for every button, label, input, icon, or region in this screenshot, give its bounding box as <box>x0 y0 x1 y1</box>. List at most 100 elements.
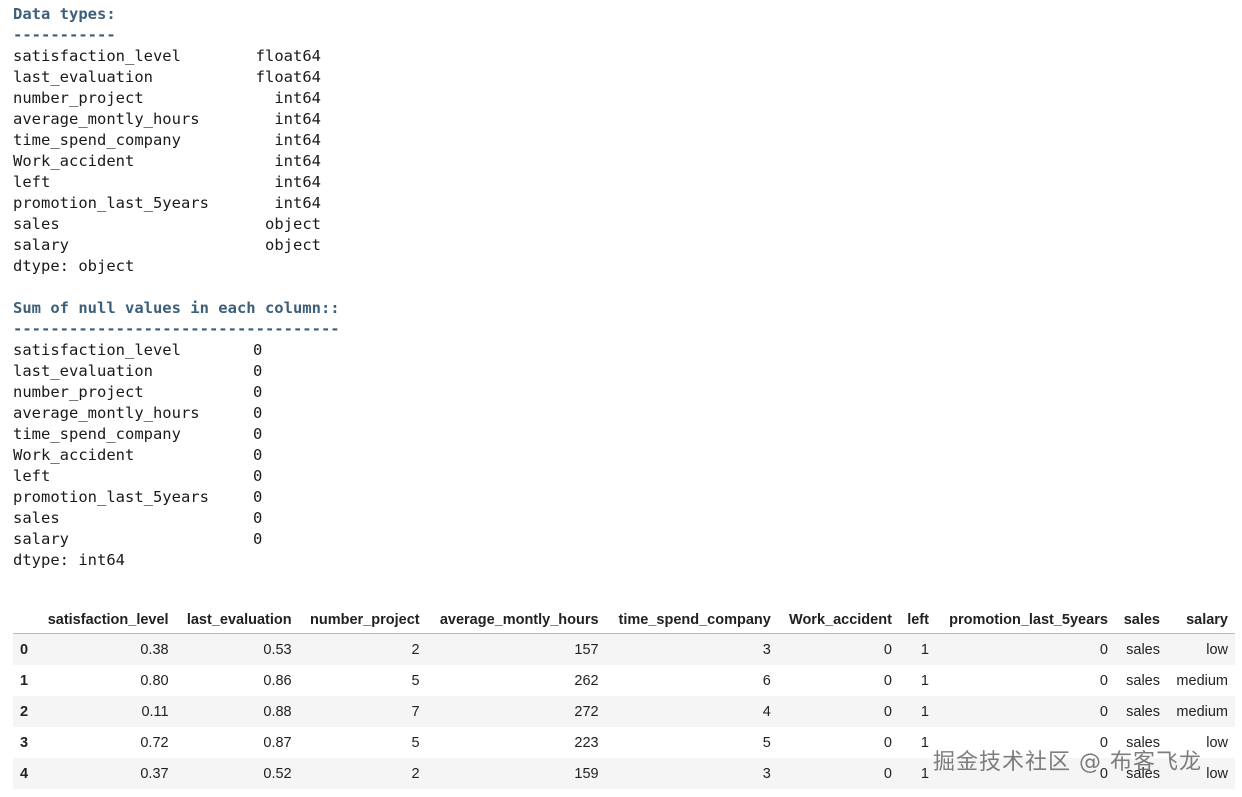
column-name: left <box>13 467 51 485</box>
column-header: last_evaluation <box>186 612 292 628</box>
table-cell: 1 <box>920 703 929 720</box>
nulls-heading: Sum of null values in each column:: <box>13 299 340 317</box>
null-count: 0 <box>253 446 263 464</box>
column-header: satisfaction_level <box>47 612 169 628</box>
column-header: Work_accident <box>789 612 892 628</box>
table-cell: 0.80 <box>140 672 169 689</box>
table-cell: medium <box>1176 672 1228 689</box>
dtype-row: salary object <box>13 235 340 256</box>
table-header-row: satisfaction_level last_evaluation numbe… <box>13 605 1235 634</box>
table-cell: 223 <box>574 734 599 751</box>
null-count: 0 <box>253 404 263 422</box>
table-cell: 0.52 <box>263 765 292 782</box>
row-index: 0 <box>20 641 29 658</box>
null-row: satisfaction_level 0 <box>13 340 340 361</box>
null-count: 0 <box>253 488 263 506</box>
dtype-value: int64 <box>274 110 321 128</box>
table-cell: 7 <box>411 703 420 720</box>
table-cell: 0.38 <box>140 641 169 658</box>
table-cell: 0 <box>883 734 892 751</box>
dtype-row: left int64 <box>13 172 340 193</box>
dtype-value: int64 <box>274 131 321 149</box>
table-cell: sales <box>1126 641 1160 658</box>
null-row: time_spend_company 0 <box>13 424 340 445</box>
null-row: sales 0 <box>13 508 340 529</box>
table-cell: 5 <box>762 734 771 751</box>
table-cell: 0.37 <box>140 765 169 782</box>
dtype-row: average_montly_hours int64 <box>13 109 340 130</box>
column-name: promotion_last_5years <box>13 488 209 506</box>
column-name: number_project <box>13 383 144 401</box>
table-cell: 157 <box>574 641 599 658</box>
null-row: number_project 0 <box>13 382 340 403</box>
table-cell: 0.72 <box>140 734 169 751</box>
table-cell: medium <box>1176 703 1228 720</box>
table-cell: 4 <box>762 703 771 720</box>
null-count: 0 <box>253 425 263 443</box>
output-text-block: Data types: ----------- satisfaction_lev… <box>13 4 340 571</box>
table-cell: 0 <box>883 765 892 782</box>
null-row: promotion_last_5years 0 <box>13 487 340 508</box>
null-count: 0 <box>253 530 263 548</box>
row-index: 1 <box>20 672 29 689</box>
table-cell: 0.11 <box>141 703 169 720</box>
table-cell: 0 <box>883 703 892 720</box>
column-header: time_spend_company <box>618 612 771 628</box>
column-name: time_spend_company <box>13 425 181 443</box>
watermark-text: 掘金技术社区 @ 布客飞龙 <box>933 750 1202 775</box>
column-name: salary <box>13 236 69 254</box>
table-cell: 0.88 <box>263 703 292 720</box>
null-row: salary 0 <box>13 529 340 550</box>
column-header: salary <box>1186 612 1228 628</box>
dtype-value: int64 <box>274 152 321 170</box>
column-name: time_spend_company <box>13 131 181 149</box>
column-name: satisfaction_level <box>13 341 181 359</box>
table-cell: 0.87 <box>263 734 292 751</box>
dtype-row: sales object <box>13 214 340 235</box>
table-cell: 0.53 <box>263 641 292 658</box>
table-cell: 262 <box>574 672 599 689</box>
nulls-footer: dtype: int64 <box>13 551 125 569</box>
table-cell: 0.86 <box>263 672 292 689</box>
table-cell: 1 <box>920 641 929 658</box>
dtype-row: last_evaluation float64 <box>13 67 340 88</box>
null-count: 0 <box>253 362 263 380</box>
table-row: 0 0.38 0.53 2 157 3 0 1 0 sales low <box>13 633 1235 665</box>
nulls-underline: ----------------------------------- <box>13 320 340 338</box>
column-name: average_montly_hours <box>13 404 200 422</box>
table-cell: 2 <box>411 765 420 782</box>
table-row: 2 0.11 0.88 7 272 4 0 1 0 sales medium <box>13 696 1235 727</box>
column-name: promotion_last_5years <box>13 194 209 212</box>
dtype-value: object <box>265 236 321 254</box>
column-name: Work_accident <box>13 446 135 464</box>
table-cell: 0 <box>883 672 892 689</box>
index-header <box>13 605 36 634</box>
dtypes-underline: ----------- <box>13 26 116 44</box>
dtype-value: int64 <box>274 89 321 107</box>
table-cell: 6 <box>762 672 771 689</box>
dtype-row: time_spend_company int64 <box>13 130 340 151</box>
column-name: satisfaction_level <box>13 47 181 65</box>
table-cell: 2 <box>411 641 420 658</box>
table-cell: 159 <box>574 765 599 782</box>
row-index: 3 <box>20 734 29 751</box>
column-name: left <box>13 173 51 191</box>
column-header: average_montly_hours <box>439 612 599 628</box>
dtype-value: object <box>265 215 321 233</box>
row-index: 4 <box>20 765 29 782</box>
table-cell: sales <box>1126 703 1160 720</box>
dtypes-heading: Data types: <box>13 5 116 23</box>
dtype-value: int64 <box>274 173 321 191</box>
table-cell: 3 <box>762 641 771 658</box>
table-row: 1 0.80 0.86 5 262 6 0 1 0 sales medium <box>13 665 1235 696</box>
column-header: number_project <box>310 612 420 628</box>
column-header: left <box>907 612 929 628</box>
table-cell: 1 <box>920 672 929 689</box>
dtypes-list: satisfaction_level float64 last_evaluatio… <box>13 46 340 256</box>
null-count: 0 <box>253 341 263 359</box>
column-name: Work_accident <box>13 152 135 170</box>
dtype-row: promotion_last_5years int64 <box>13 193 340 214</box>
null-row: Work_accident 0 <box>13 445 340 466</box>
null-row: left 0 <box>13 466 340 487</box>
table-cell: 3 <box>762 765 771 782</box>
